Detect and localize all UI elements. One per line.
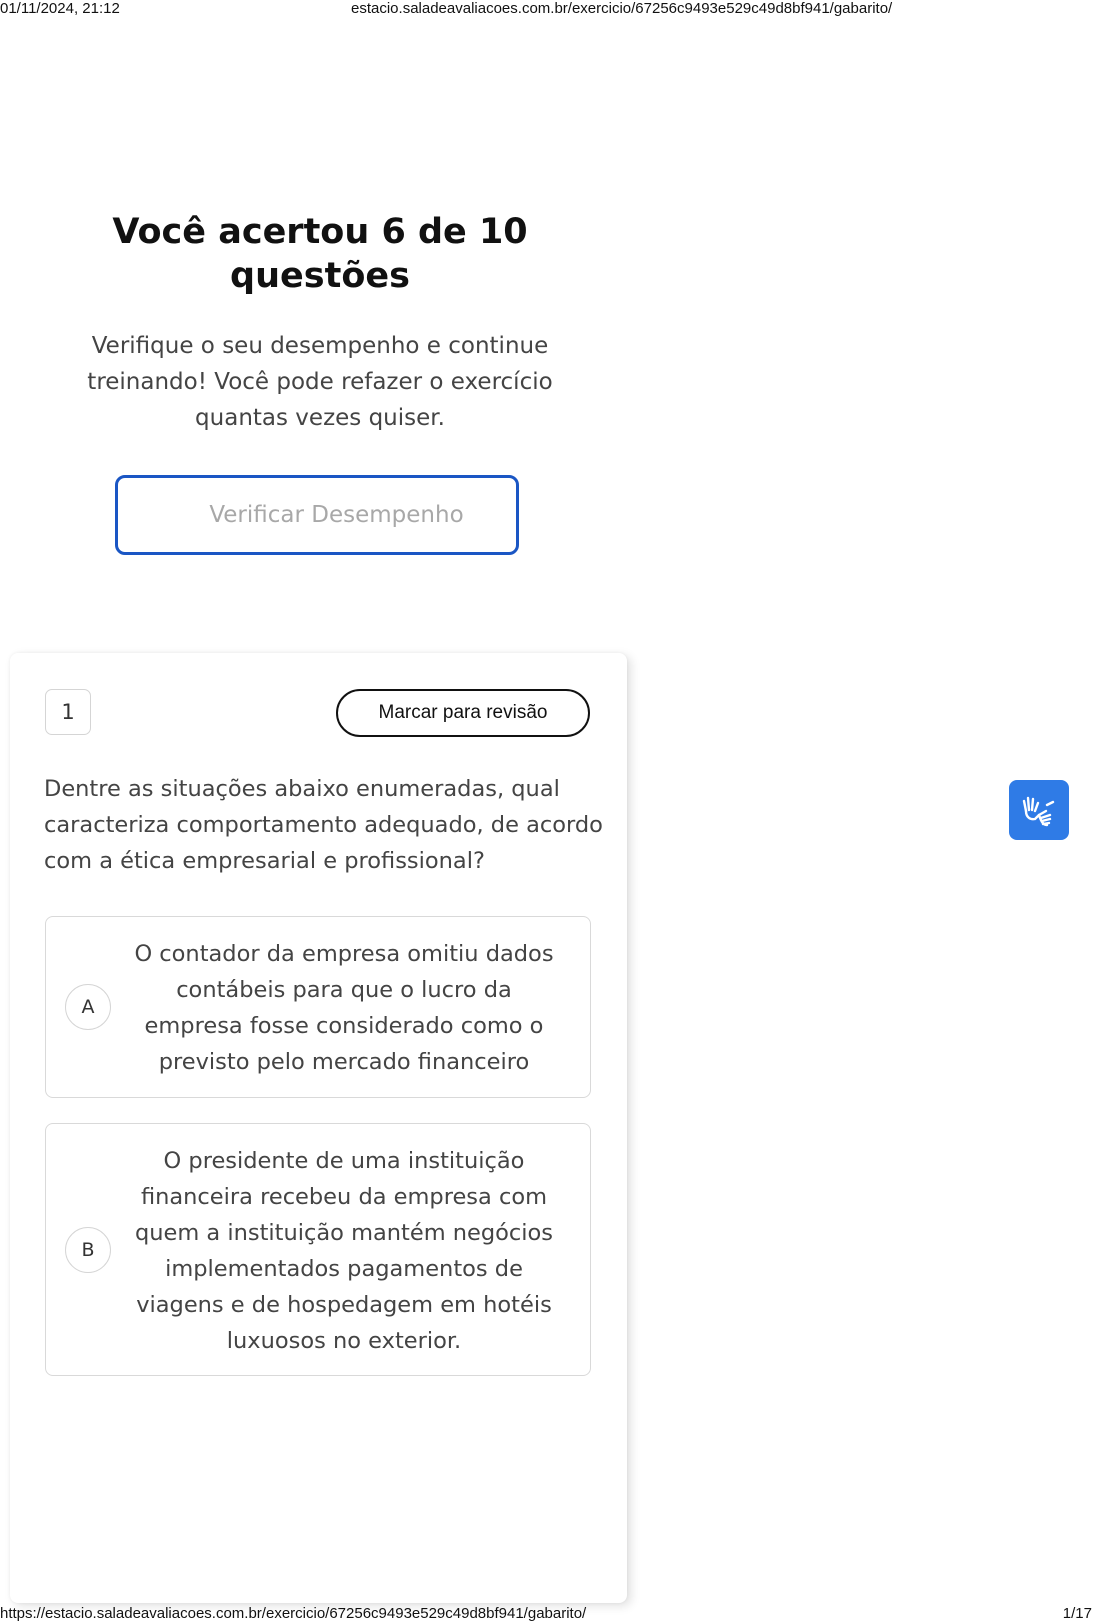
option-text: O contador da empresa omitiu dados contá… <box>134 941 554 1075</box>
accessibility-button[interactable] <box>1009 780 1069 840</box>
option-b[interactable]: B O presidente de uma instituição financ… <box>45 1123 591 1376</box>
page-number: 1/17 <box>1062 1605 1092 1622</box>
verify-performance-button[interactable]: Verificar Desempenho <box>115 475 519 555</box>
sign-language-icon <box>1022 796 1055 827</box>
option-a[interactable]: A O contador da empresa omitiu dados con… <box>45 916 591 1098</box>
result-summary: Você acertou 6 de 10 questões Verifique … <box>60 210 580 436</box>
option-letter: B <box>65 1227 111 1273</box>
print-header: 01/11/2024, 21:12 estacio.saladeavaliaco… <box>0 0 1094 18</box>
result-subtitle: Verifique o seu desempenho e continue tr… <box>87 333 553 431</box>
option-letter: A <box>65 984 111 1030</box>
question-number: 1 <box>45 689 91 735</box>
mark-for-review-button[interactable]: Marcar para revisão <box>336 689 590 737</box>
option-text: O presidente de uma instituição financei… <box>134 1148 554 1354</box>
print-footer: https://estacio.saladeavaliacoes.com.br/… <box>0 1605 1094 1623</box>
print-footer-url: https://estacio.saladeavaliacoes.com.br/… <box>0 1605 587 1622</box>
print-header-url: estacio.saladeavaliacoes.com.br/exercici… <box>351 0 893 17</box>
question-card: 1 Marcar para revisão Dentre as situaçõe… <box>10 653 627 1603</box>
print-datetime: 01/11/2024, 21:12 <box>0 0 120 17</box>
question-text: Dentre as situações abaixo enumeradas, q… <box>44 776 603 874</box>
result-title: Você acertou 6 de 10 questões <box>112 212 528 296</box>
